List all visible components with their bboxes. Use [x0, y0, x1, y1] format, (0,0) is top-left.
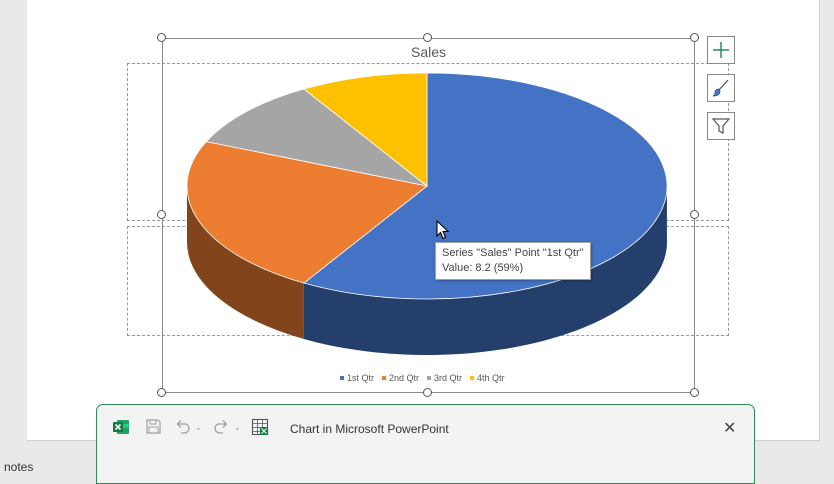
chart-elements-button[interactable]: [707, 36, 735, 64]
legend-label: 3rd Qtr: [434, 373, 463, 383]
undo-dropdown-chevron-icon[interactable]: ⌄: [195, 423, 202, 432]
chart-filters-button[interactable]: [707, 112, 735, 140]
chart-title: Sales: [410, 44, 447, 60]
legend-item[interactable]: 3rd Qtr: [427, 373, 462, 383]
mouse-cursor-icon: [436, 220, 450, 240]
legend-item[interactable]: 1st Qtr: [340, 373, 374, 383]
legend-item[interactable]: 2nd Qtr: [382, 373, 419, 383]
redo-icon[interactable]: [213, 418, 230, 435]
legend-swatch: [427, 376, 432, 380]
legend-label: 1st Qtr: [347, 373, 375, 383]
legend-swatch: [382, 376, 387, 380]
close-icon[interactable]: ✕: [723, 418, 736, 438]
undo-icon[interactable]: [174, 418, 191, 435]
legend-swatch: [340, 376, 344, 380]
notes-pane-label: notes: [4, 460, 34, 474]
brush-icon: [712, 79, 729, 97]
pie-chart[interactable]: [0, 0, 834, 469]
legend-label: 4th Qtr: [477, 373, 505, 383]
legend-item[interactable]: 4th Qtr: [470, 373, 505, 383]
edit-data-icon[interactable]: [251, 418, 269, 436]
legend-swatch: [470, 376, 475, 380]
tooltip-series-line: Series "Sales" Point "1st Qtr": [442, 247, 584, 259]
embedded-excel-window[interactable]: ⌄ ⌄ Chart in Microsoft PowerPoint ✕: [96, 404, 755, 484]
redo-dropdown-chevron-icon[interactable]: ⌄: [234, 423, 241, 432]
chart-legend[interactable]: 1st Qtr 2nd Qtr 3rd Qtr 4th Qtr: [340, 373, 505, 383]
filter-icon: [711, 118, 731, 134]
plus-icon: [713, 42, 729, 58]
excel-icon: [113, 420, 129, 434]
save-icon[interactable]: [145, 418, 162, 435]
data-point-tooltip: Series "Sales" Point "1st Qtr" Value: 8.…: [435, 242, 591, 280]
chart-styles-button[interactable]: [707, 74, 735, 102]
legend-label: 2nd Qtr: [389, 373, 420, 383]
tooltip-value-line: Value: 8.2 (59%): [442, 262, 524, 274]
excel-window-title: Chart in Microsoft PowerPoint: [290, 422, 449, 436]
